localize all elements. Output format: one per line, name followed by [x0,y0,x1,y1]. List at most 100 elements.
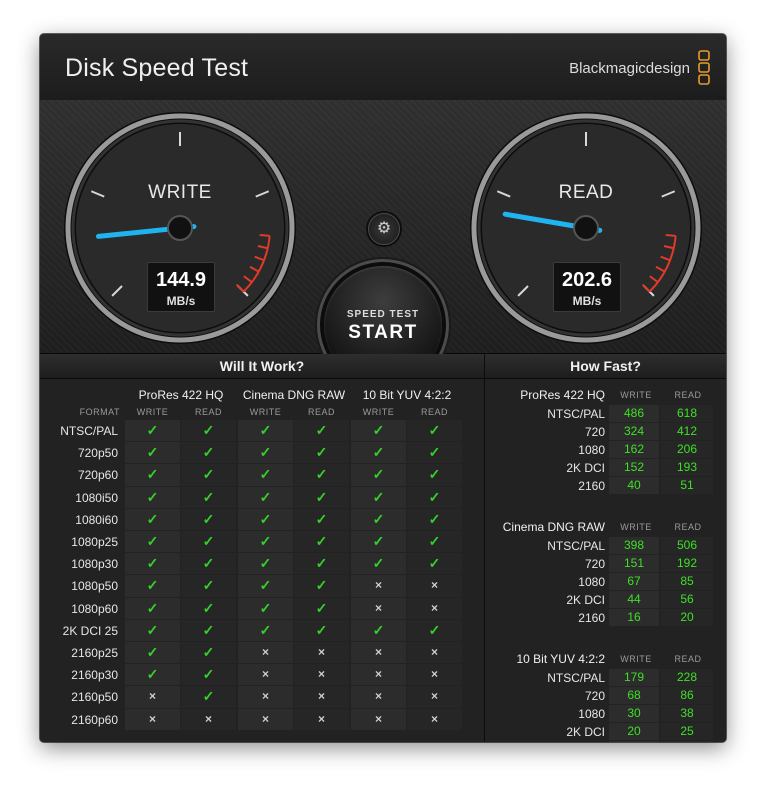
sub-column-header: READ [420,407,448,417]
write-value-box: 144.9 MB/s [147,262,215,312]
format-row-label: 1080p30 [71,557,118,572]
pass-check-icon: ✓ [125,642,180,664]
format-row-label: 1080p50 [71,579,118,594]
format-row-label: 720p50 [77,446,118,461]
title-bar: Disk Speed Test Blackmagicdesign [40,34,726,101]
format-row-label: 2K DCI [566,725,605,739]
fail-cross-icon: × [238,708,293,730]
write-speed-cell: 20 [609,723,659,740]
write-speed-cell: 324 [609,423,659,440]
format-row-label: 2160p50 [71,690,118,705]
pass-check-icon: ✓ [238,442,293,464]
sub-column-header: READ [194,407,222,417]
format-row-label: 2160p60 [71,712,118,727]
pass-check-icon: ✓ [181,553,236,575]
format-row-label: NTSC/PAL [547,671,605,685]
format-row-label: 2160 [578,479,605,493]
pass-check-icon: ✓ [351,464,406,486]
pass-check-icon: ✓ [294,420,349,442]
format-row-label: 1080p60 [71,601,118,616]
sub-column-header: WRITE [620,522,652,532]
pass-check-icon: ✓ [125,464,180,486]
write-speed-cell: 16 [609,609,659,626]
pass-check-icon: ✓ [125,664,180,686]
pass-check-icon: ✓ [181,686,236,708]
sub-column-header: WRITE [620,390,652,400]
write-speed-cell: 40 [609,477,659,494]
read-speed-cell: 85 [661,573,713,590]
codec-header: Cinema DNG RAW [242,388,346,402]
pass-check-icon: ✓ [294,575,349,597]
gear-icon: ⚙ [376,220,392,237]
format-row-label: 2K DCI [566,461,605,475]
format-row-label: 2K DCI [566,593,605,607]
write-speed-cell: 398 [609,537,659,554]
pass-check-icon: ✓ [294,508,349,530]
will-it-work-panel: Will It Work? ProRes 422 HQ Cinema DNG RA… [40,354,485,742]
sub-column-header: READ [674,522,702,532]
read-speed-cell: 193 [661,459,713,476]
pass-check-icon: ✓ [125,486,180,508]
pass-check-icon: ✓ [238,464,293,486]
write-speed-cell: 44 [609,591,659,608]
write-speed-cell: 30 [609,705,659,722]
read-gauge: READ 202.6 MB/s [468,110,704,346]
format-row-label: 720 [584,689,605,703]
app-window: × Disk Speed Test Blackmagicdesign WRITE… [40,34,726,742]
sub-column-header: WRITE [620,654,652,664]
brand-name: Blackmagicdesign [569,60,690,77]
format-row-label: NTSC/PAL [547,407,605,421]
app-title: Disk Speed Test [65,54,249,82]
sub-column-header: READ [674,390,702,400]
sub-column-header: WRITE [362,407,395,417]
fail-cross-icon: × [181,708,236,730]
pass-check-icon: ✓ [181,575,236,597]
pass-check-icon: ✓ [351,531,406,553]
pass-check-icon: ✓ [125,508,180,530]
fail-cross-icon: × [125,686,180,708]
pass-check-icon: ✓ [351,420,406,442]
format-row-label: 720 [584,557,605,571]
pass-check-icon: ✓ [181,619,236,641]
pass-check-icon: ✓ [407,619,462,641]
pass-check-icon: ✓ [407,553,462,575]
pass-check-icon: ✓ [407,508,462,530]
fail-cross-icon: × [407,597,462,619]
read-speed-cell: 506 [661,537,713,554]
read-speed-cell: 20 [661,609,713,626]
format-row-label: 2160p30 [71,668,118,683]
how-fast-title: How Fast? [485,354,726,379]
pass-check-icon: ✓ [407,420,462,442]
fail-cross-icon: × [351,686,406,708]
sub-column-header: READ [674,654,702,664]
format-row-label: 2K DCI 25 [62,623,118,638]
pass-check-icon: ✓ [181,486,236,508]
pass-check-icon: ✓ [294,486,349,508]
fail-cross-icon: × [351,597,406,619]
pass-check-icon: ✓ [125,575,180,597]
pass-check-icon: ✓ [351,486,406,508]
sub-column-header: WRITE [136,407,169,417]
fail-cross-icon: × [294,708,349,730]
write-speed-cell: 152 [609,459,659,476]
write-speed-cell: 179 [609,669,659,686]
read-gauge-label: READ [558,182,614,203]
settings-button[interactable]: ⚙ [368,213,400,245]
fail-cross-icon: × [407,686,462,708]
format-row-label: 2160p25 [71,646,118,660]
pass-check-icon: ✓ [238,597,293,619]
fail-cross-icon: × [351,708,406,730]
sub-column-header: READ [307,407,335,417]
pass-check-icon: ✓ [294,553,349,575]
format-row-label: 1080i60 [75,512,118,527]
write-gauge-label: WRITE [148,182,212,203]
pass-check-icon: ✓ [181,642,236,664]
read-speed-cell: 412 [661,423,713,440]
fail-cross-icon: × [407,575,462,597]
pass-check-icon: ✓ [125,442,180,464]
format-row-label: 720p60 [77,468,118,483]
pass-check-icon: ✓ [125,420,180,442]
write-speed-cell: 7 [609,741,659,742]
fail-cross-icon: × [351,642,406,664]
pass-check-icon: ✓ [238,486,293,508]
